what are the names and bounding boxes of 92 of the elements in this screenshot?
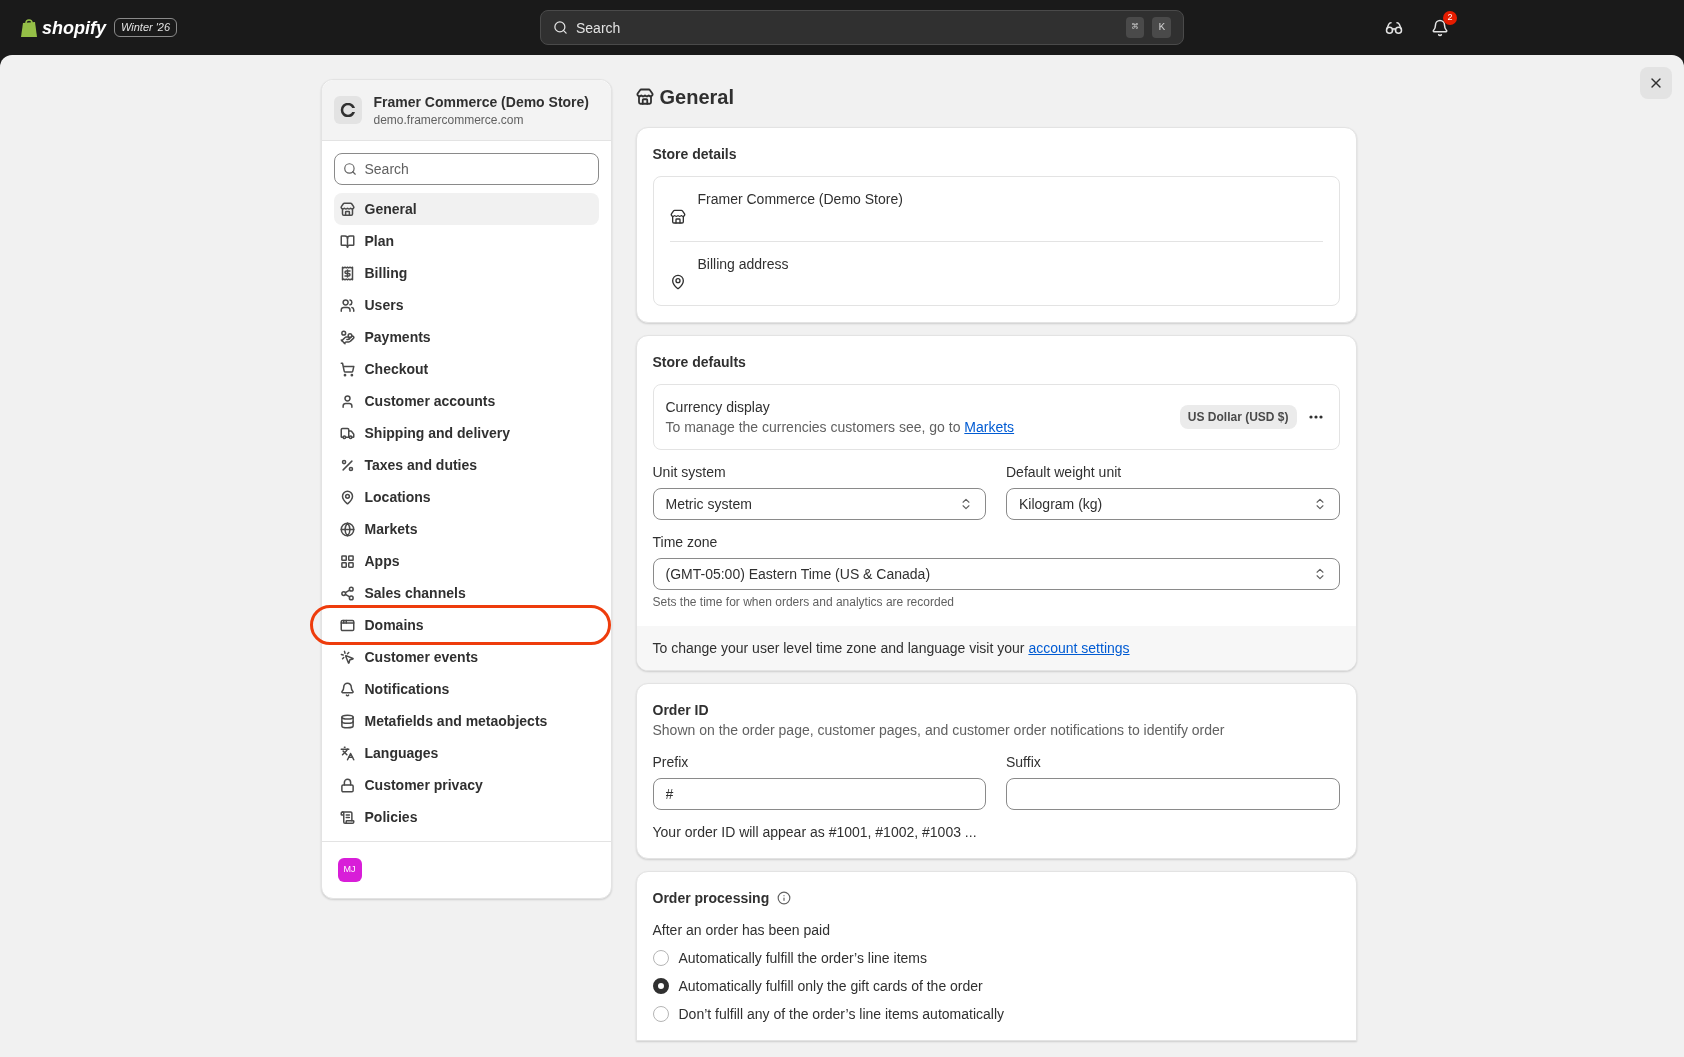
card-title: Store defaults [652, 353, 747, 372]
section-subtitle: After an order has been paid [652, 921, 831, 940]
card-title: Store details [652, 145, 738, 164]
details-row-text: Billing address [697, 255, 789, 274]
markets-link[interactable]: Markets [964, 419, 1015, 435]
store-name: Framer Commerce (Demo Store) [373, 93, 589, 112]
sidebar-item[interactable]: Plan [333, 225, 599, 257]
edition-badge: Winter '26 [114, 18, 178, 37]
select-field[interactable]: Metric system [652, 488, 986, 520]
currency-label: Currency display [665, 398, 771, 417]
percent-icon [339, 457, 355, 473]
card-footer: To change your user level time zone and language visit your account settings [636, 626, 1356, 670]
sidebar-item[interactable]: Users [333, 289, 599, 321]
bell-icon[interactable] [1431, 18, 1449, 37]
sidebar-search-field[interactable]: Search [333, 153, 599, 185]
cart-icon [339, 361, 355, 377]
search-icon [342, 162, 357, 176]
radio-label: Don’t fulfill any of the order’s line items automatically [678, 1005, 1005, 1024]
sidebar-item[interactable]: Notifications [333, 673, 599, 705]
sidebar-item[interactable]: Locations [333, 481, 599, 513]
card-title: Order ID [652, 701, 710, 720]
radio-label: Automatically fulfill the order’s line items [678, 949, 927, 968]
store-icon [339, 201, 355, 217]
account-settings-link[interactable]: account settings [1028, 640, 1130, 656]
pointer-click-icon [339, 649, 355, 665]
sidebar-item[interactable]: Payments [333, 321, 599, 353]
hand-coins-icon [339, 329, 355, 345]
text-field[interactable]: # [652, 778, 986, 810]
sidebar-item[interactable]: Customer events [333, 641, 599, 673]
field-label: Default weight unit [1006, 463, 1123, 482]
apps-grid-icon [339, 553, 355, 569]
search-icon [553, 20, 568, 35]
pin-icon [669, 274, 686, 290]
text-field[interactable] [1006, 778, 1340, 810]
select-field[interactable]: (GMT-05:00) Eastern Time (US & Canada) [652, 558, 1340, 590]
field-label: Time zone [652, 533, 719, 552]
sidebar-item[interactable]: Domains [333, 609, 599, 641]
store-icon [635, 88, 654, 106]
languages-icon [339, 745, 355, 761]
shortcut-key: K [1152, 17, 1171, 38]
order-id-preview: Your order ID will appear as #1001, #1002, #1003 ... [652, 823, 978, 842]
sidebar-item[interactable]: Taxes and duties [333, 449, 599, 481]
sidebar-item[interactable]: Checkout [333, 353, 599, 385]
info-icon[interactable] [777, 891, 792, 905]
nodes-icon [339, 585, 355, 601]
radio-button[interactable] [652, 978, 669, 994]
close-button[interactable] [1640, 67, 1672, 99]
field-label: Unit system [652, 463, 727, 482]
sidebar-item[interactable]: Shipping and delivery [333, 417, 599, 449]
sidebar-item[interactable]: Customer privacy [333, 769, 599, 801]
radio-label: Automatically fulfill only the gift cards of the order [678, 977, 983, 996]
currency-badge: US Dollar (USD $) [1179, 405, 1297, 429]
sidebar-item[interactable]: Billing [333, 257, 599, 289]
bell-icon [339, 681, 355, 697]
card-description: Shown on the order page, customer pages, and customer order notifications to identify order [652, 721, 1226, 740]
currency-description: To manage the currencies customers see, go to Markets [665, 418, 1016, 437]
window-icon [339, 617, 355, 633]
globe-icon [339, 521, 355, 537]
bag-icon [20, 17, 38, 38]
database-icon [339, 713, 355, 729]
sidebar-item[interactable]: Languages [333, 737, 599, 769]
notification-count: 2 [1443, 10, 1457, 25]
select-field[interactable]: Kilogram (kg) [1006, 488, 1340, 520]
sidebar-item[interactable]: General [333, 193, 599, 225]
card-title: Order processing [652, 889, 770, 908]
help-text: Sets the time for when orders and analytics are recorded [652, 594, 955, 610]
shortcut-key: ⌘ [1125, 17, 1145, 38]
store-domain: demo.framercommerce.com [373, 112, 525, 128]
sidebar-item[interactable]: Metafields and metaobjects [333, 705, 599, 737]
page-title: General [659, 85, 734, 110]
shopify-logo[interactable]: shopify [20, 13, 106, 42]
details-row-text: Framer Commerce (Demo Store) [697, 190, 903, 209]
sidebar-item[interactable]: Sales channels [333, 577, 599, 609]
book-icon [339, 233, 355, 249]
search-field[interactable]: Search ⌘ K [540, 10, 1184, 45]
c-logo-icon [339, 103, 356, 117]
sidebar-item[interactable]: Markets [333, 513, 599, 545]
field-label: Suffix [1006, 753, 1042, 772]
person-icon [339, 393, 355, 409]
store-icon [669, 209, 686, 225]
sidebar-item[interactable]: Apps [333, 545, 599, 577]
sidebar-item[interactable]: Policies [333, 801, 599, 833]
receipt-icon [339, 265, 355, 281]
users-icon [339, 297, 355, 313]
more-icon [1308, 415, 1323, 419]
truck-icon [339, 425, 355, 441]
pin-icon [339, 489, 355, 505]
user-avatar[interactable]: MJ [337, 858, 362, 882]
scroll-icon [339, 809, 355, 825]
sidebar-item[interactable]: Customer accounts [333, 385, 599, 417]
field-label: Prefix [652, 753, 690, 772]
lock-icon [339, 777, 355, 793]
